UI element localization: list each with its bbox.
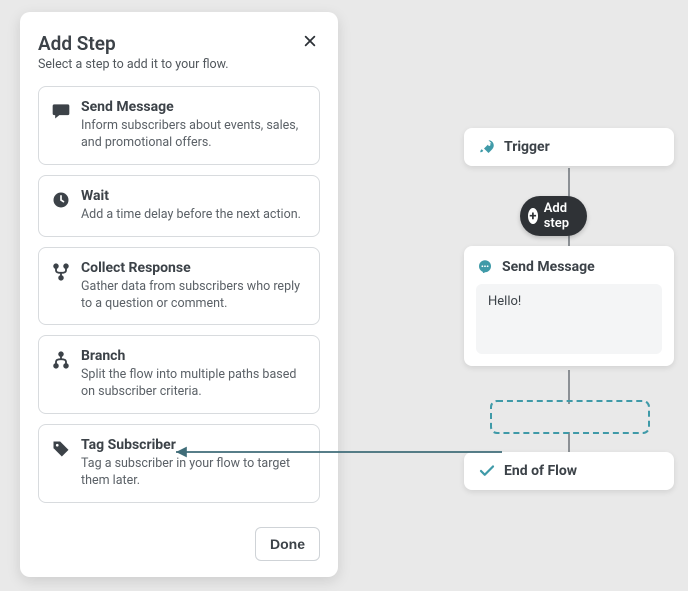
step-option-name: Branch [81,348,307,364]
flow-node-end: End of Flow [464,452,674,490]
modal-title: Add Step [38,32,320,55]
add-step-button[interactable]: + Add step [520,196,587,236]
done-button[interactable]: Done [255,527,320,561]
flow-node-trigger[interactable]: Trigger [464,128,674,166]
close-button[interactable] [298,30,322,54]
step-option-desc: Gather data from subscribers who reply t… [81,279,307,313]
modal-header: Add Step Select a step to add it to your… [38,32,320,72]
chat-bubble-icon [476,258,494,276]
plus-icon: + [528,208,538,224]
flow-node-send-message[interactable]: Send Message Hello! [464,246,674,366]
step-option-send-message[interactable]: Send Message Inform subscribers about ev… [38,86,320,165]
step-option-collect-response[interactable]: Collect Response Gather data from subscr… [38,247,320,326]
branch-split-icon [51,350,71,370]
chat-icon [51,101,71,121]
step-option-wait[interactable]: Wait Add a time delay before the next ac… [38,175,320,237]
flow-node-label: End of Flow [504,463,577,479]
step-option-tag-subscriber[interactable]: Tag Subscriber Tag a subscriber in your … [38,424,320,503]
step-option-desc: Add a time delay before the next action. [81,207,307,224]
add-step-modal: Add Step Select a step to add it to your… [20,12,338,577]
step-option-list: Send Message Inform subscribers about ev… [38,86,320,503]
flow-connector-line [568,370,570,404]
rocket-icon [478,138,496,156]
step-option-name: Tag Subscriber [81,437,307,453]
step-option-desc: Split the flow into multiple paths based… [81,367,307,401]
step-option-name: Collect Response [81,260,307,276]
add-step-label: Add step [544,201,576,231]
close-icon [303,32,317,52]
flow-node-label: Trigger [504,139,550,155]
clock-icon [51,190,71,210]
modal-footer: Done [255,527,320,561]
step-option-branch[interactable]: Branch Split the flow into multiple path… [38,335,320,414]
step-option-name: Send Message [81,99,307,115]
tag-icon [51,439,71,459]
message-body-preview: Hello! [476,284,662,354]
step-option-desc: Inform subscribers about events, sales, … [81,118,307,152]
flow-node-label: Send Message [502,259,595,275]
check-icon [478,462,496,480]
step-option-name: Wait [81,188,307,204]
modal-subtitle: Select a step to add it to your flow. [38,57,320,72]
branch-merge-icon [51,262,71,282]
flow-drop-slot[interactable] [490,400,650,434]
step-option-desc: Tag a subscriber in your flow to target … [81,456,307,490]
